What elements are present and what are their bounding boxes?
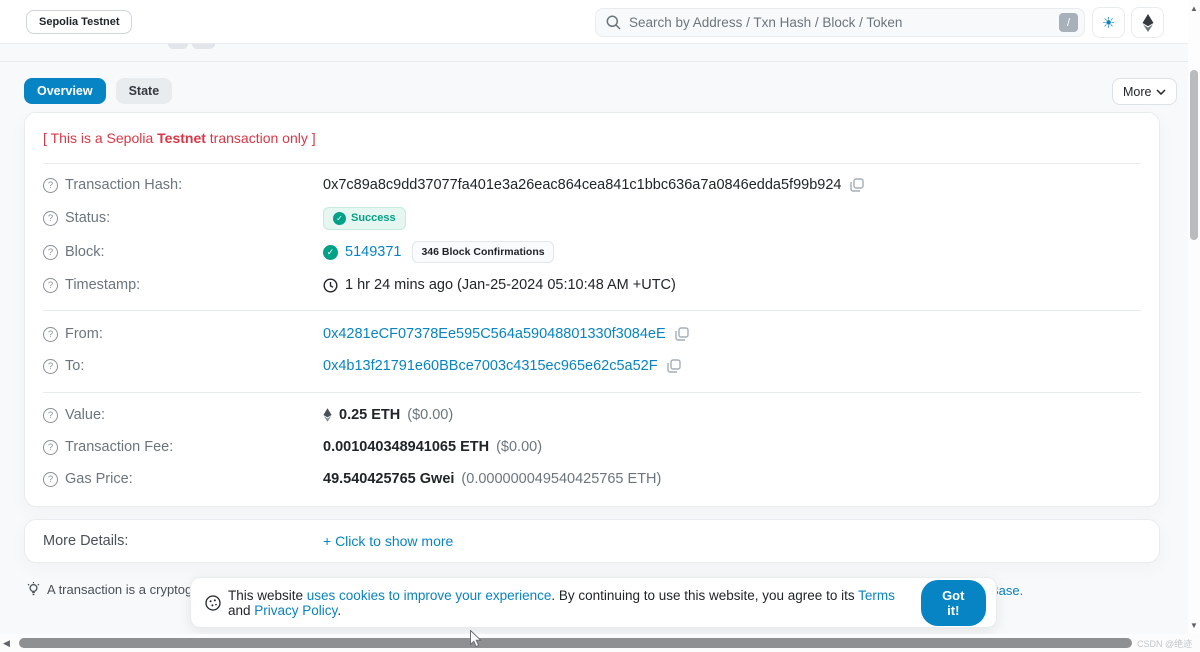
notice-part2: transaction only ]	[206, 130, 316, 146]
check-circle-icon: ✓	[333, 212, 346, 225]
scroll-left-icon[interactable]: ◀	[3, 638, 10, 649]
cookie-text-1: This website	[228, 588, 307, 603]
network-menu-button[interactable]	[1131, 7, 1164, 38]
row-to: ? To: 0x4b13f21791e60BBce7003c4315ec965e…	[43, 350, 1141, 382]
row-timestamp: ? Timestamp: 1 hr 24 mins ago (Jan-25-20…	[43, 269, 1141, 301]
question-circle-icon[interactable]: ?	[43, 408, 58, 423]
vertical-scrollbar[interactable]: ▲ ▼	[1188, 0, 1200, 634]
copy-icon[interactable]	[850, 178, 864, 192]
to-label: To:	[65, 358, 84, 374]
question-circle-icon[interactable]: ?	[43, 440, 58, 455]
notice-part1: [ This is a Sepolia	[43, 130, 157, 146]
privacy-policy-link[interactable]: Privacy Policy	[254, 603, 337, 618]
row-from: ? From: 0x4281eCF07378Ee595C564a59048801…	[43, 318, 1141, 350]
row-transaction-fee: ? Transaction Fee: 0.001040348941065 ETH…	[43, 431, 1141, 463]
question-circle-icon[interactable]: ?	[43, 178, 58, 193]
subnav-divider	[0, 61, 1200, 62]
value-usd: ($0.00)	[407, 407, 453, 423]
gas-price-amount: 49.540425765 Gwei	[323, 471, 454, 487]
transaction-fee-usd: ($0.00)	[496, 439, 542, 455]
search-bar[interactable]: /	[595, 8, 1085, 37]
row-value: ? Value: 0.25 ETH ($0.00)	[43, 399, 1141, 431]
cookie-text-4: .	[337, 603, 341, 618]
timestamp-value: 1 hr 24 mins ago (Jan-25-2024 05:10:48 A…	[345, 277, 676, 293]
transaction-hash-value: 0x7c89a8c9dd37077fa401e3a26eac864cea841c…	[323, 177, 841, 193]
value-amount: 0.25 ETH	[339, 407, 400, 423]
tab-state[interactable]: State	[116, 78, 173, 104]
clock-icon	[323, 278, 338, 293]
row-status: ? Status: ✓ Success	[43, 202, 1141, 234]
gas-price-label: Gas Price:	[65, 471, 133, 487]
from-address-link[interactable]: 0x4281eCF07378Ee595C564a59048801330f3084…	[323, 326, 666, 342]
got-it-button[interactable]: Got it!	[921, 580, 986, 626]
header: Sepolia Testnet / ☀	[0, 0, 1200, 44]
sun-icon: ☀	[1102, 14, 1115, 32]
chevron-down-icon	[1156, 89, 1166, 95]
cookies-policy-link[interactable]: uses cookies to improve your experience	[307, 588, 552, 603]
notice-bold: Testnet	[157, 130, 206, 146]
question-circle-icon[interactable]: ?	[43, 245, 58, 260]
testnet-notice: [ This is a Sepolia Testnet transaction …	[43, 130, 316, 146]
eth-icon	[1142, 14, 1154, 32]
tab-overview[interactable]: Overview	[24, 78, 106, 104]
tab-bar: Overview State	[24, 78, 172, 104]
eth-diamond-icon	[323, 408, 332, 422]
status-badge: ✓ Success	[323, 207, 406, 230]
row-transaction-hash: ? Transaction Hash: 0x7c89a8c9dd37077fa4…	[43, 169, 1141, 201]
theme-toggle-button[interactable]: ☀	[1092, 7, 1125, 38]
search-icon	[606, 15, 621, 30]
gas-price-eth: (0.000000049540425765 ETH)	[461, 471, 661, 487]
divider	[43, 163, 1141, 164]
horizontal-scrollbar[interactable]: ◀	[0, 634, 1200, 652]
to-address-link[interactable]: 0x4b13f21791e60BBce7003c4315ec965e62c5a5…	[323, 358, 658, 374]
divider	[43, 310, 1141, 311]
more-details-card: More Details: + Click to show more	[24, 519, 1160, 563]
click-to-show-more-link[interactable]: + Click to show more	[323, 533, 453, 549]
block-number-link[interactable]: 5149371	[345, 244, 401, 260]
bulb-icon	[26, 582, 41, 597]
status-value: Success	[351, 212, 396, 224]
more-label: More	[1123, 85, 1151, 99]
transaction-fee-label: Transaction Fee:	[65, 439, 173, 455]
more-details-label: More Details:	[43, 533, 323, 549]
more-dropdown-button[interactable]: More	[1112, 78, 1177, 105]
value-label: Value:	[65, 407, 105, 423]
status-label: Status:	[65, 210, 110, 226]
horizontal-scrollbar-thumb[interactable]	[19, 638, 1132, 648]
transaction-fee-amount: 0.001040348941065 ETH	[323, 439, 489, 455]
cookie-text-3: and	[228, 603, 254, 618]
search-input[interactable]	[629, 15, 1059, 30]
question-circle-icon[interactable]: ?	[43, 327, 58, 342]
block-label: Block:	[65, 244, 105, 260]
block-confirmations-badge[interactable]: 346 Block Confirmations	[412, 241, 553, 263]
slash-shortcut-badge: /	[1059, 13, 1078, 32]
cookie-text-2: . By continuing to use this website, you…	[551, 588, 858, 603]
question-circle-icon[interactable]: ?	[43, 359, 58, 374]
question-circle-icon[interactable]: ?	[43, 278, 58, 293]
cookie-text: This website uses cookies to improve you…	[228, 588, 914, 618]
copy-icon[interactable]	[675, 327, 689, 341]
copy-icon[interactable]	[667, 359, 681, 373]
timestamp-label: Timestamp:	[65, 277, 140, 293]
page: Sepolia Testnet / ☀ Overview State More	[0, 0, 1200, 652]
question-circle-icon[interactable]: ?	[43, 211, 58, 226]
network-badge[interactable]: Sepolia Testnet	[26, 10, 132, 34]
cookie-icon	[205, 595, 221, 611]
divider	[43, 392, 1141, 393]
transaction-card: [ This is a Sepolia Testnet transaction …	[24, 112, 1160, 507]
mouse-cursor	[469, 630, 482, 652]
terms-link[interactable]: Terms	[858, 588, 895, 603]
row-gas-price: ? Gas Price: 49.540425765 Gwei (0.000000…	[43, 463, 1141, 495]
cookie-banner: This website uses cookies to improve you…	[190, 577, 997, 628]
row-block: ? Block: ✓ 5149371 346 Block Confirmatio…	[43, 236, 1141, 268]
block-check-icon: ✓	[323, 245, 338, 260]
vertical-scrollbar-thumb[interactable]	[1190, 70, 1198, 240]
question-circle-icon[interactable]: ?	[43, 472, 58, 487]
transaction-hash-label: Transaction Hash:	[65, 177, 182, 193]
watermark: CSDN @绝迹之春	[1137, 637, 1200, 652]
scroll-up-icon[interactable]: ▲	[1189, 4, 1199, 13]
scroll-down-icon[interactable]: ▼	[1189, 621, 1199, 630]
from-label: From:	[65, 326, 103, 342]
